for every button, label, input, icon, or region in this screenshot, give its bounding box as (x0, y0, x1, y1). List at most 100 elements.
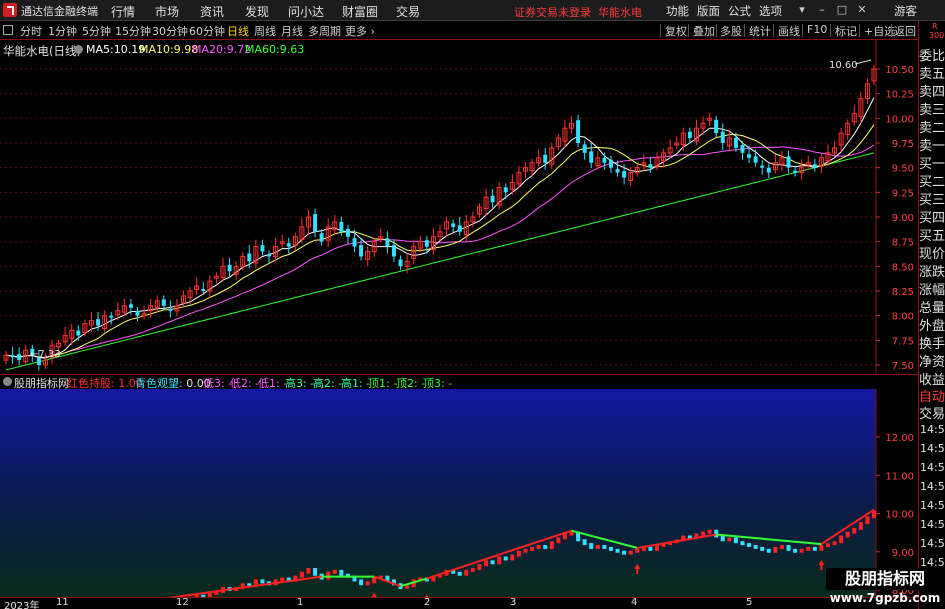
indicator-settings-icon[interactable] (3, 377, 12, 386)
panel-item[interactable]: 卖三 (919, 99, 945, 118)
panel-item[interactable]: 买二 (919, 171, 945, 190)
ma-settings-icon[interactable] (74, 45, 83, 54)
panel-item[interactable]: 涨跌 (919, 261, 945, 280)
menu-item-ask[interactable]: 问小达 (288, 3, 324, 20)
candle-body-down (582, 144, 587, 153)
menu-item-layout[interactable]: 版面 (697, 3, 720, 19)
ma20-line (5, 144, 875, 359)
candle-body-down (313, 214, 318, 232)
candle-body-down (733, 138, 738, 148)
candle-body-down (339, 221, 344, 232)
back-button[interactable]: 返回 (894, 23, 916, 39)
price-tick-label: 7.75 (892, 336, 914, 347)
dropdown-icon[interactable]: ▾ (795, 3, 809, 17)
candle-body-down (76, 330, 81, 336)
price-tick-label: 10.25 (885, 90, 914, 101)
period-intraday[interactable]: 分时 (20, 23, 42, 39)
menu-item-formula[interactable]: 公式 (728, 3, 751, 19)
indicator-bar-cyan (753, 545, 758, 549)
indicator-bar-cyan (490, 560, 495, 565)
candle-body-down (812, 164, 817, 168)
panel-item[interactable]: 买一 (919, 153, 945, 172)
panel-item[interactable]: 卖二 (919, 117, 945, 136)
panel-item[interactable]: 委比 (919, 45, 945, 64)
panel-item[interactable]: 净资 (919, 351, 945, 370)
period-daily[interactable]: 日线 (227, 23, 249, 39)
indicator-bar-cyan (260, 579, 265, 584)
panel-trade[interactable]: 交易 (919, 403, 945, 422)
menu-item-options[interactable]: 选项 (759, 3, 782, 19)
candle-body-down (391, 245, 396, 257)
menu-item-market[interactable]: 市场 (155, 3, 179, 20)
indicator-bar-cyan (313, 567, 318, 576)
candle-body-down (424, 240, 429, 247)
menu-item-function[interactable]: 功能 (666, 3, 689, 19)
time-label-jan: 1 (297, 597, 304, 608)
panel-item[interactable]: 涨幅 (919, 279, 945, 298)
indicator-bar-cyan (608, 546, 613, 551)
candle-body-down (161, 299, 166, 306)
panel-item[interactable]: 买五 (919, 225, 945, 244)
period-15min[interactable]: 15分钟 (115, 23, 151, 39)
indicator-bar-red (332, 569, 337, 574)
menu-item-news[interactable]: 资讯 (200, 3, 224, 20)
candle-body-down (793, 170, 798, 173)
price-tick-label: 8.75 (892, 238, 914, 249)
candlestick-chart[interactable]: 10.50 10.25 10.00 9.75 9.50 9.25 9.00 8.75 8.50 8… (0, 40, 918, 374)
adjust-button[interactable]: 复权 (665, 23, 687, 39)
period-multi[interactable]: 多周期 (308, 23, 341, 39)
menu-item-wealth[interactable]: 财富圈 (342, 3, 378, 20)
period-more[interactable]: 更多 › (345, 23, 375, 39)
panel-item[interactable]: 外盘 (919, 315, 945, 334)
period-monthly[interactable]: 月线 (281, 23, 303, 39)
minimize-icon[interactable]: – (815, 3, 829, 17)
multi-stock-button[interactable]: 多股 (720, 23, 742, 39)
toolbar-checkbox-icon[interactable] (3, 25, 13, 35)
overlay-button[interactable]: 叠加 (693, 23, 715, 39)
close-icon[interactable]: ✕ (855, 3, 869, 17)
candle-body-down (128, 304, 133, 308)
panel-item[interactable]: 卖一 (919, 135, 945, 154)
panel-item[interactable]: 买四 (919, 207, 945, 226)
maximize-icon[interactable]: □ (835, 3, 849, 17)
panel-item[interactable]: 买三 (919, 189, 945, 208)
trade-login-status[interactable]: 证券交易未登录 华能水电 (514, 4, 642, 20)
draw-line-button[interactable]: 画线 (778, 23, 800, 39)
panel-item[interactable]: 卖五 (919, 63, 945, 82)
candle-body-down (451, 223, 456, 227)
candle-body-down (345, 228, 350, 237)
mark-button[interactable]: 标记 (835, 23, 857, 39)
indicator-bar-red (773, 546, 778, 553)
indicator-bar-red (470, 567, 475, 572)
period-1min[interactable]: 1分钟 (48, 23, 77, 39)
indicator-bar-red (484, 560, 489, 567)
period-30min[interactable]: 30分钟 (152, 23, 188, 39)
panel-item[interactable]: 换手 (919, 333, 945, 352)
indicator-bar-red (655, 545, 659, 551)
candle-body-down (359, 245, 364, 257)
candle-body-down (135, 310, 140, 316)
period-60min[interactable]: 60分钟 (189, 23, 225, 39)
indicator-bar-cyan (760, 546, 765, 551)
indicator-bar-red (516, 550, 521, 557)
indicator-bar-red (464, 569, 469, 576)
indicator-chart[interactable]: 12.0011.0010.009.008.00 (0, 389, 918, 597)
indicator-bar-red (556, 537, 561, 544)
indicator-bar-red (825, 543, 830, 548)
panel-item[interactable]: 卖四 (919, 81, 945, 100)
app-title: 通达信金融终端 (21, 5, 98, 18)
statistics-button[interactable]: 统计 (749, 23, 771, 39)
high-price-label: 10.60 (829, 60, 858, 71)
menu-item-trade[interactable]: 交易 (396, 3, 420, 20)
period-5min[interactable]: 5分钟 (82, 23, 111, 39)
panel-item[interactable]: 总量 (919, 297, 945, 316)
menu-item-quotes[interactable]: 行情 (111, 3, 135, 20)
panel-item[interactable]: 现价 (919, 243, 945, 262)
candle-body-down (260, 245, 265, 252)
f10-button[interactable]: F10 (807, 23, 827, 36)
guest-label[interactable]: 游客 (894, 3, 917, 19)
period-weekly[interactable]: 周线 (254, 23, 276, 39)
time-label-nov: 11 (56, 597, 69, 608)
indicator-background (0, 389, 876, 597)
menu-item-discover[interactable]: 发现 (245, 3, 269, 20)
